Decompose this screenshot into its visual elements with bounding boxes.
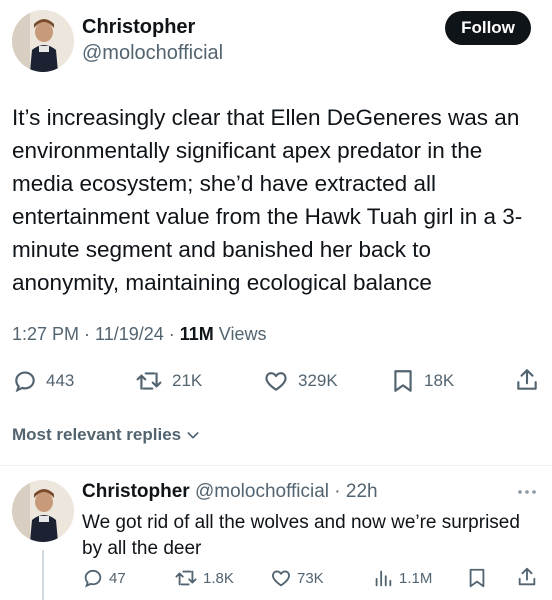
repost-button[interactable]: 21K xyxy=(134,368,202,394)
repost-icon xyxy=(136,372,162,390)
reply-like-count: 73K xyxy=(297,569,324,587)
author-avatar[interactable] xyxy=(12,10,74,72)
reply-repost-button[interactable]: 1.8K xyxy=(174,567,234,589)
reply-repost-count: 1.8K xyxy=(203,569,234,587)
views-label: Views xyxy=(213,324,267,344)
bookmark-icon xyxy=(469,568,485,588)
reply-share-button[interactable] xyxy=(516,566,538,588)
divider xyxy=(0,465,552,466)
bookmark-icon xyxy=(394,370,412,392)
replies-sort-label: Most relevant replies xyxy=(12,425,182,444)
reply-icon xyxy=(15,371,35,393)
share-button[interactable] xyxy=(514,367,540,393)
avatar-image xyxy=(12,10,74,72)
heart-icon xyxy=(272,570,290,587)
analytics-icon xyxy=(375,570,392,587)
reply-count: 443 xyxy=(46,371,75,390)
reply-icon xyxy=(84,569,102,588)
reply-author-name[interactable]: Christopher xyxy=(82,481,190,502)
reply-reply-button[interactable]: 47 xyxy=(82,567,126,589)
views-count: 11M xyxy=(179,324,214,344)
reply-button[interactable]: 443 xyxy=(12,368,74,394)
tweet-text: It’s increasingly clear that Ellen DeGen… xyxy=(12,105,523,295)
author-name[interactable]: Christopher xyxy=(82,16,195,39)
reply-text: We got rid of all the wolves and now we’… xyxy=(82,512,520,559)
bookmark-count: 18K xyxy=(424,371,455,390)
heart-icon xyxy=(265,372,287,391)
repost-icon xyxy=(175,570,197,586)
reply-author-handle[interactable]: @molochofficial xyxy=(195,481,329,502)
tweet-timestamp[interactable]: 1:27 PM · 11/19/24 · xyxy=(12,324,180,344)
more-options-icon[interactable] xyxy=(515,484,539,505)
thread-line xyxy=(42,550,44,600)
replies-sort-dropdown[interactable]: Most relevant replies xyxy=(12,425,201,445)
follow-button[interactable]: Follow xyxy=(445,11,531,45)
chevron-down-icon xyxy=(187,432,199,439)
reply-author-avatar[interactable] xyxy=(12,480,74,542)
share-icon xyxy=(517,369,537,390)
reply-like-button[interactable]: 73K xyxy=(270,567,324,589)
bookmark-button[interactable]: 18K xyxy=(390,368,454,394)
share-icon xyxy=(518,567,536,586)
avatar-image xyxy=(12,480,74,542)
reply-header: Christopher @molochofficial · 22h xyxy=(82,481,378,503)
reply-bookmark-button[interactable] xyxy=(466,567,488,589)
like-count: 329K xyxy=(298,371,338,390)
author-handle[interactable]: @molochofficial xyxy=(82,42,223,65)
reply-time[interactable]: · 22h xyxy=(329,481,377,502)
tweet-meta: 1:27 PM · 11/19/24 · 11M Views xyxy=(12,324,267,345)
reply-views-count: 1.1M xyxy=(399,569,433,587)
repost-count: 21K xyxy=(172,371,203,390)
reply-reply-count: 47 xyxy=(109,569,126,587)
reply-views-button[interactable]: 1.1M xyxy=(372,567,432,589)
like-button[interactable]: 329K xyxy=(262,368,338,394)
